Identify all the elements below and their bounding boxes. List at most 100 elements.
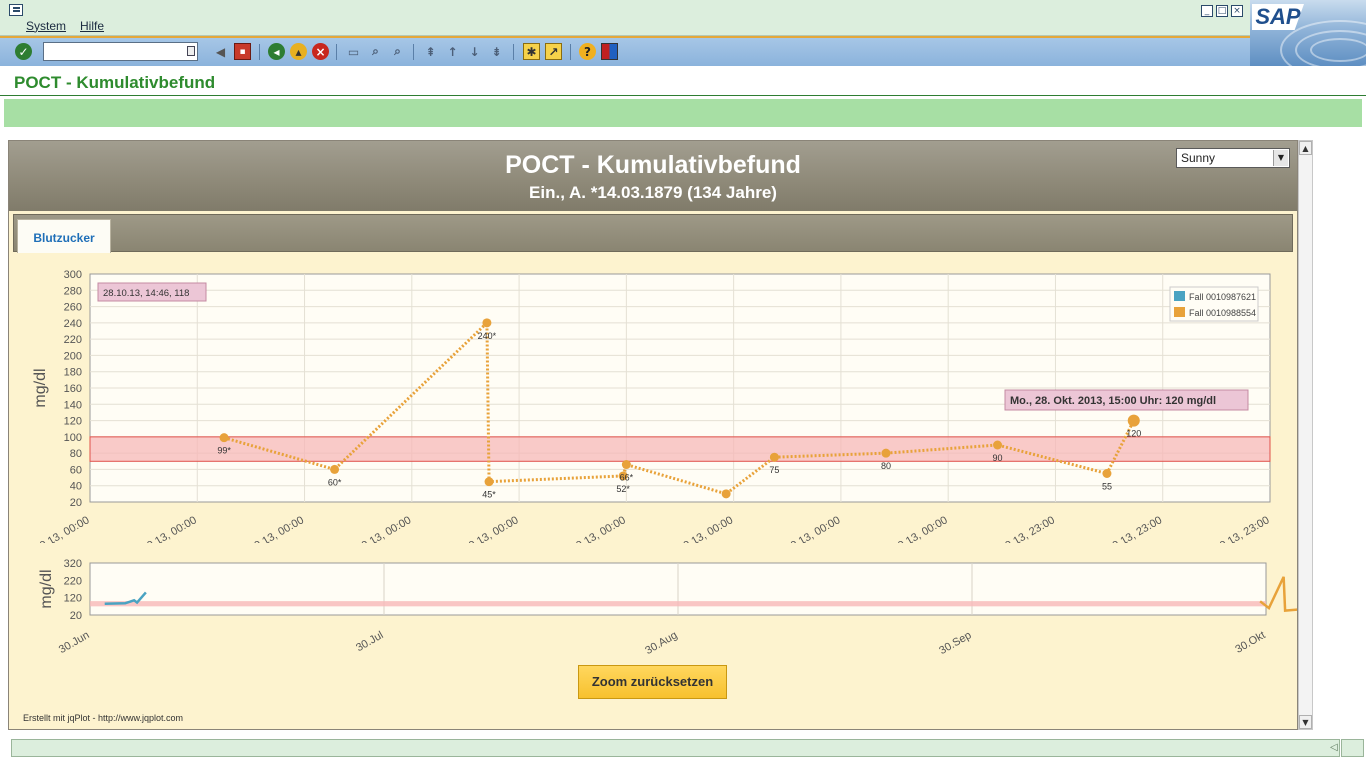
menu-hilfe[interactable]: Hilfe — [80, 19, 104, 33]
status-expand-icon[interactable]: ◁ — [1330, 742, 1338, 753]
y-tick-label: 240 — [64, 318, 82, 330]
main-chart[interactable]: 20 40 60 80 100 120 140 160 180 200 220 240 260 280 30… — [9, 253, 1297, 543]
data-point — [1102, 469, 1112, 478]
y-tick-label: 120 — [64, 416, 82, 428]
y-tick-label: 20 — [70, 610, 82, 622]
y-tick-label: 40 — [70, 481, 82, 493]
last-page-icon[interactable]: ⇟ — [488, 43, 505, 60]
data-label: 240* — [478, 331, 497, 341]
y-tick-label: 140 — [64, 399, 82, 411]
find-icon[interactable]: ⌕ — [367, 43, 384, 60]
command-field[interactable] — [43, 42, 198, 61]
patient-info: Ein., A. *14.03.1879 (134 Jahre) — [529, 183, 777, 202]
report-header: POCT - Kumulativbefund Ein., A. *14.03.1… — [9, 141, 1297, 211]
back-icon[interactable]: ◂ — [268, 43, 285, 60]
data-point — [881, 448, 891, 458]
y-tick-label: 280 — [64, 285, 82, 297]
tooltip-text: Mo., 28. Okt. 2013, 15:00 Uhr: 120 mg/dl — [1010, 395, 1216, 407]
data-point — [1127, 414, 1140, 427]
data-label: 45* — [482, 490, 496, 500]
x-tick-label: 25.10.13, 00:00 — [663, 514, 735, 543]
customize-layout-icon[interactable] — [601, 43, 618, 60]
theme-select[interactable]: Sunny ▼ — [1176, 148, 1290, 168]
data-point — [330, 464, 340, 474]
x-tick-label: 26.10.13, 00:00 — [770, 514, 842, 543]
y-tick-label: 20 — [70, 497, 82, 509]
vertical-scrollbar[interactable]: ▲ ▼ — [1298, 140, 1313, 730]
scroll-up-icon[interactable]: ▲ — [1299, 141, 1312, 155]
data-point — [993, 440, 1003, 450]
data-point — [769, 452, 779, 462]
first-page-icon[interactable]: ⇞ — [422, 43, 439, 60]
data-point — [484, 477, 494, 487]
chevron-down-icon[interactable]: ▼ — [1273, 150, 1288, 166]
y-tick-label: 60 — [70, 464, 82, 476]
x-tick-label: 24.10.13, 00:00 — [556, 514, 628, 543]
back-arrow-icon[interactable]: ◀ — [212, 43, 229, 60]
data-point — [621, 460, 631, 470]
x-tick-label: 22.10.13, 00:00 — [341, 514, 413, 543]
legend-swatch — [1174, 291, 1185, 301]
tab-strip: Blutzucker — [13, 214, 1293, 253]
x-tick-label: 30.Jun — [57, 629, 92, 656]
theme-select-value: Sunny — [1181, 151, 1216, 165]
data-label: 52* — [616, 484, 630, 494]
next-page-icon[interactable]: ↓ — [466, 43, 483, 60]
legend: Fall 0010987621 Fall 0010988554 — [1169, 286, 1259, 322]
exit-icon[interactable]: ▴ — [290, 43, 307, 60]
save-icon[interactable]: ▪ — [234, 43, 251, 60]
window-controls: _ □ × — [1201, 5, 1243, 17]
y-axis-label: mg/dl — [38, 569, 55, 608]
x-tick-label: 30.Jul — [354, 629, 385, 654]
normal-range-band — [90, 601, 1266, 607]
legend-swatch — [1174, 307, 1185, 317]
tab-blutzucker[interactable]: Blutzucker — [17, 219, 111, 253]
chart-area: 20 40 60 80 100 120 140 160 180 200 220 240 260 280 30… — [9, 253, 1297, 729]
data-label: 55 — [1102, 482, 1112, 492]
application-toolbar — [4, 99, 1362, 127]
x-tick-label: 20.10.13, 00:00 — [127, 514, 199, 543]
zoom-reset-button[interactable]: Zoom zurücksetzen — [578, 665, 727, 699]
y-tick-label: 320 — [64, 558, 82, 570]
command-history-icon[interactable] — [187, 46, 195, 56]
y-tick-label: 160 — [64, 383, 82, 395]
x-tick-label: 19.10.13, 00:00 — [19, 514, 91, 543]
find-next-icon[interactable]: ⌕ — [389, 43, 406, 60]
jqplot-credit: Erstellt mit jqPlot - http://www.jqplot.… — [23, 713, 184, 723]
shortcut-icon[interactable]: ↗ — [545, 43, 562, 60]
sap-logo-text: SAP — [1252, 4, 1304, 30]
overview-chart[interactable]: 30.Jun 30.Jul 30.Aug 30.Sep 30.Okt 20 120 220 32… — [9, 553, 1297, 673]
scroll-down-icon[interactable]: ▼ — [1299, 715, 1312, 729]
window-menu-icon[interactable] — [9, 4, 23, 16]
data-point — [219, 433, 229, 443]
minimize-button[interactable]: _ — [1201, 5, 1213, 17]
standard-toolbar: ✓ ◀ ▪ ◂ ▴ × ▭ ⌕ ⌕ ⇞ ↑ ↓ ⇟ ✱ ↗ ? — [0, 36, 1250, 66]
page-title: POCT - Kumulativbefund — [14, 73, 216, 92]
x-tick-label: 29.10.13, 23:00 — [1199, 514, 1271, 543]
previous-page-icon[interactable]: ↑ — [444, 43, 461, 60]
y-tick-label: 260 — [64, 302, 82, 314]
legend-label: Fall 0010987621 — [1189, 292, 1256, 302]
maximize-button[interactable]: □ — [1216, 5, 1228, 17]
data-point — [721, 489, 731, 499]
new-session-icon[interactable]: ✱ — [523, 43, 540, 60]
data-point — [482, 318, 492, 328]
print-icon[interactable]: ▭ — [345, 43, 362, 60]
html-viewer: POCT - Kumulativbefund Ein., A. *14.03.1… — [8, 140, 1298, 730]
y-tick-label: 100 — [64, 432, 82, 444]
title-bar: POCT - Kumulativbefund — [0, 66, 1366, 96]
cancel-icon[interactable]: × — [312, 43, 329, 60]
x-tick-label: 30.Okt — [1233, 629, 1267, 656]
x-tick-label: 23.10.13, 00:00 — [448, 514, 520, 543]
menu-bar: System Hilfe _ □ × — [0, 0, 1250, 36]
menu-system[interactable]: System — [26, 19, 66, 33]
data-label: 60* — [328, 477, 342, 487]
data-label: 75 — [769, 465, 779, 475]
help-icon[interactable]: ? — [579, 43, 596, 60]
report-title: POCT - Kumulativbefund — [505, 151, 801, 179]
x-tick-label: 30.Aug — [643, 629, 679, 657]
x-tick-label: 28.10.13, 23:00 — [1092, 514, 1164, 543]
enter-check-icon[interactable]: ✓ — [15, 43, 32, 60]
close-button[interactable]: × — [1231, 5, 1243, 17]
legend-label: Fall 0010988554 — [1189, 308, 1256, 318]
